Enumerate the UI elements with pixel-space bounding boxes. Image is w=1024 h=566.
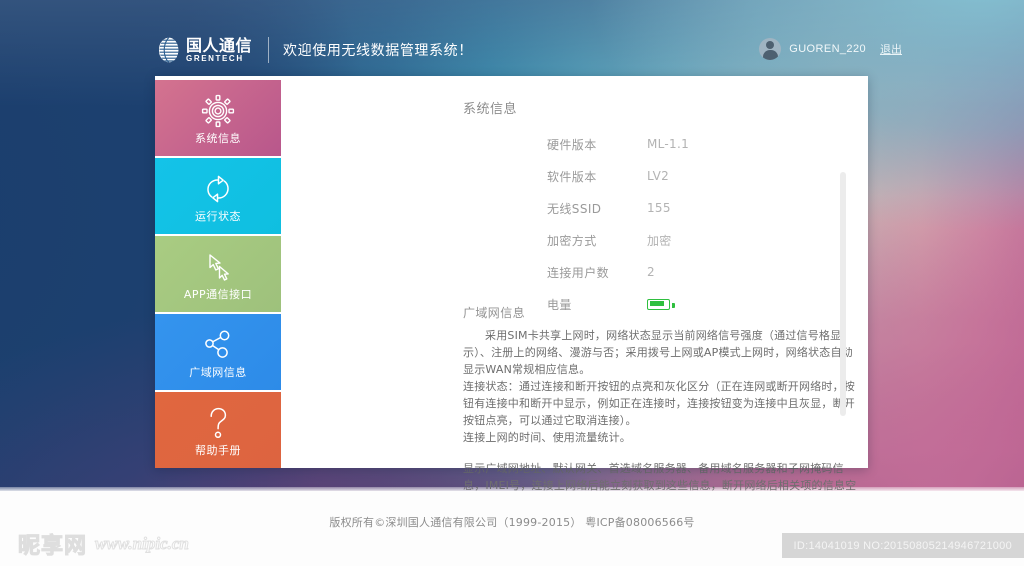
wan-paragraph: 连接状态：通过连接和断开按钮的点亮和灰化区分（正在连网或断开网络时，按钮有连接中… (463, 378, 863, 429)
sidebar-item-system-info[interactable]: 系统信息 (155, 80, 281, 156)
info-label: 连接用户数 (547, 264, 647, 281)
table-row: 连接用户数 2 (547, 256, 797, 288)
globe-sphere-logo-icon (155, 36, 181, 64)
table-row: 无线SSID 155 (547, 192, 797, 224)
copyright-text: 版权所有©深圳国人通信有限公司（1999-2015） 粤ICP备08006566… (0, 514, 1024, 530)
user-name-label: GUOREN_220 (789, 43, 866, 55)
wan-info-title: 广域网信息 (463, 304, 863, 321)
device-id-badge: ID:14041019 NO:20150805214946721000 (782, 533, 1024, 558)
info-label: 加密方式 (547, 232, 647, 249)
sidebar-item-label: 广域网信息 (189, 364, 247, 380)
content-area: 系统信息 硬件版本 ML-1.1 软件版本 LV2 无线SSID 155 加密方… (281, 76, 868, 468)
table-row: 硬件版本 ML-1.1 (547, 128, 797, 160)
info-value: ML-1.1 (647, 137, 689, 151)
sidebar-item-help-manual[interactable]: 帮助手册 (155, 392, 281, 468)
page-title: 系统信息 (463, 98, 517, 117)
brand-divider (268, 37, 269, 63)
info-value: 155 (647, 201, 671, 215)
brand-wordmark: 国人通信 GRENTECH (186, 37, 252, 64)
main-panel: 系统信息 运行状态 APP通 (155, 76, 868, 468)
sidebar-item-label: 运行状态 (195, 208, 241, 224)
app-header: 国人通信 GRENTECH 欢迎使用无线数据管理系统！ GUOREN_220 退… (0, 28, 1024, 74)
wan-info-block: 广域网信息 采用SIM卡共享上网时，网络状态显示当前网络信号强度（通过信号格显示… (463, 304, 863, 511)
info-value: 加密 (647, 232, 672, 249)
content-scrollbar[interactable] (840, 172, 846, 416)
info-value: 2 (647, 265, 655, 279)
brand-name-cn: 国人通信 (186, 37, 252, 54)
user-area: GUOREN_220 退出 (759, 34, 902, 64)
refresh-sync-icon (201, 171, 235, 207)
info-label: 硬件版本 (547, 136, 647, 153)
brand-block: 国人通信 GRENTECH 欢迎使用无线数据管理系统！ (155, 32, 473, 68)
wan-paragraph: 连接上网的时间、使用流量统计。 (463, 429, 863, 446)
sidebar-item-running-status[interactable]: 运行状态 (155, 158, 281, 234)
sidebar-item-label: 帮助手册 (195, 442, 241, 458)
info-label: 无线SSID (547, 200, 647, 217)
gear-icon (201, 93, 235, 129)
info-value: LV2 (647, 169, 669, 183)
table-row: 加密方式 加密 (547, 224, 797, 256)
wan-paragraph: 采用SIM卡共享上网时，网络状态显示当前网络信号强度（通过信号格显示）、注册上的… (463, 327, 863, 378)
share-nodes-icon (202, 327, 234, 363)
table-row: 软件版本 LV2 (547, 160, 797, 192)
question-mark-icon (204, 405, 232, 441)
wan-spacer (463, 446, 863, 460)
sidebar-item-app-interface[interactable]: APP通信接口 (155, 236, 281, 312)
welcome-title: 欢迎使用无线数据管理系统！ (283, 40, 473, 60)
brand-name-en: GRENTECH (186, 54, 252, 64)
logout-link[interactable]: 退出 (880, 41, 902, 57)
user-avatar-icon (759, 38, 781, 60)
sidebar-nav: 系统信息 运行状态 APP通 (155, 80, 281, 470)
cursor-tap-icon (202, 249, 234, 285)
info-label: 软件版本 (547, 168, 647, 185)
sidebar-item-label: 系统信息 (195, 130, 241, 146)
sidebar-item-wan-info[interactable]: 广域网信息 (155, 314, 281, 390)
system-info-table: 硬件版本 ML-1.1 软件版本 LV2 无线SSID 155 加密方式 加密 … (547, 128, 797, 320)
sidebar-item-label: APP通信接口 (184, 286, 252, 302)
